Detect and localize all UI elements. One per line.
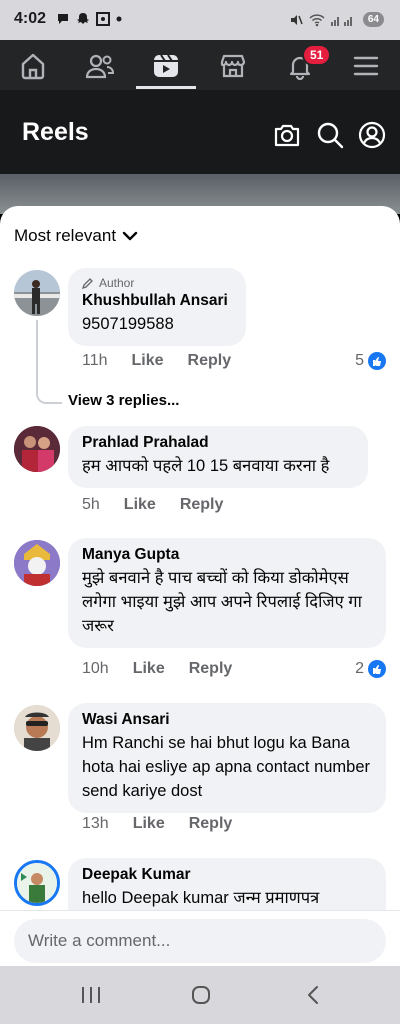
- view-replies-link[interactable]: View 3 replies...: [68, 392, 179, 409]
- signal-icon: [330, 16, 352, 26]
- reels-header: Reels: [0, 90, 400, 174]
- commenter-name[interactable]: Prahlad Prahalad: [82, 434, 354, 452]
- nav-home[interactable]: [13, 48, 53, 84]
- camera-button[interactable]: [272, 120, 302, 150]
- reply-button[interactable]: Reply: [180, 496, 224, 514]
- snapchat-icon: [77, 13, 89, 24]
- reaction-count[interactable]: 5: [355, 352, 386, 370]
- recent-apps-button[interactable]: [76, 982, 106, 1008]
- avatar[interactable]: [14, 540, 60, 586]
- reaction-count[interactable]: 2: [355, 660, 386, 678]
- comment-bubble[interactable]: Author Khushbullah Ansari 9507199588: [68, 268, 246, 346]
- comment-bubble[interactable]: Manya Gupta मुझे बनवाने है पाच बच्चों को…: [68, 538, 386, 648]
- marketplace-icon: [220, 54, 246, 78]
- sort-dropdown[interactable]: Most relevant: [14, 226, 138, 246]
- comment-input[interactable]: Write a comment...: [14, 919, 386, 963]
- thread-connector: [36, 320, 62, 404]
- avatar[interactable]: [14, 426, 60, 472]
- home-icon: [21, 53, 45, 80]
- like-reaction-icon: [368, 352, 386, 370]
- notification-badge: 51: [302, 44, 332, 66]
- top-navigation: 51: [0, 40, 400, 90]
- commenter-name[interactable]: Manya Gupta: [82, 546, 372, 564]
- screenshot-icon: [96, 12, 110, 26]
- comment-time: 10h: [82, 660, 109, 677]
- avatar[interactable]: [14, 860, 60, 906]
- comment-text: hello Deepak kumar जन्म प्रमाणपत्र: [82, 889, 320, 907]
- comment-time: 13h: [82, 815, 109, 832]
- reply-button[interactable]: Reply: [189, 660, 233, 678]
- commenter-name[interactable]: Deepak Kumar: [82, 866, 372, 884]
- pencil-icon: [82, 278, 93, 289]
- reaction-number: 5: [355, 352, 364, 369]
- nav-reels[interactable]: [146, 48, 186, 84]
- comment-bubble[interactable]: Wasi Ansari Hm Ranchi se hai bhut logu k…: [68, 703, 386, 813]
- active-tab-indicator: [136, 86, 196, 89]
- dot-icon: [116, 16, 122, 22]
- comment-time: 5h: [82, 496, 100, 513]
- mute-icon: [290, 14, 303, 25]
- home-system-button[interactable]: [186, 982, 216, 1008]
- chevron-down-icon: [122, 231, 138, 241]
- like-button[interactable]: Like: [132, 352, 164, 370]
- system-navigation-bar: [0, 966, 400, 1024]
- sort-label: Most relevant: [14, 226, 117, 245]
- commenter-name[interactable]: Khushbullah Ansari: [82, 292, 232, 310]
- author-tag: Author: [82, 276, 232, 290]
- comment-actions: 10h Like Reply: [82, 660, 232, 678]
- wifi-icon: [309, 13, 325, 26]
- nav-menu[interactable]: [346, 48, 386, 84]
- comment-actions: 13h Like Reply: [82, 815, 232, 833]
- comment-text: 9507199588: [82, 315, 174, 333]
- status-bar: 4:02 64: [0, 0, 400, 40]
- author-tag-label: Author: [99, 276, 135, 290]
- status-notification-icons: [56, 12, 122, 26]
- like-reaction-icon: [368, 660, 386, 678]
- comment-composer: Write a comment...: [0, 910, 400, 966]
- comment-bubble[interactable]: Prahlad Prahalad हम आपको पहले 10 15 बनवा…: [68, 426, 368, 488]
- comment-text: मुझे बनवाने है पाच बच्चों को किया डोकोमे…: [82, 569, 362, 635]
- reply-button[interactable]: Reply: [189, 815, 233, 833]
- profile-button[interactable]: [357, 120, 387, 150]
- like-button[interactable]: Like: [124, 496, 156, 514]
- nav-friends[interactable]: [80, 48, 120, 84]
- status-time: 4:02: [14, 10, 47, 27]
- reaction-number: 2: [355, 660, 364, 677]
- back-button[interactable]: [298, 982, 328, 1008]
- comment-actions: 5h Like Reply: [82, 496, 223, 514]
- menu-icon: [353, 56, 379, 76]
- avatar[interactable]: [14, 270, 60, 316]
- camera-icon: [274, 124, 300, 147]
- page-title: Reels: [22, 118, 89, 146]
- like-button[interactable]: Like: [133, 660, 165, 678]
- comment-time: 11h: [82, 352, 108, 369]
- reply-button[interactable]: Reply: [188, 352, 232, 370]
- chat-icon: [58, 14, 68, 24]
- avatar[interactable]: [14, 705, 60, 751]
- back-icon: [308, 986, 318, 1004]
- search-icon: [317, 122, 344, 149]
- home-circle-icon: [192, 986, 210, 1004]
- search-button[interactable]: [315, 120, 345, 150]
- comments-sheet: Most relevant Author Khushbullah Ansari …: [0, 206, 400, 966]
- like-button[interactable]: Like: [133, 815, 165, 833]
- commenter-name[interactable]: Wasi Ansari: [82, 711, 372, 729]
- comment-text: हम आपको पहले 10 15 बनवाया करना है: [82, 457, 330, 475]
- status-right-icons: 64: [289, 12, 384, 27]
- friends-icon: [85, 54, 115, 79]
- comment-text: Hm Ranchi se hai bhut logu ka Bana hota …: [82, 734, 371, 800]
- battery-indicator: 64: [362, 12, 384, 27]
- nav-marketplace[interactable]: [213, 48, 253, 84]
- profile-icon: [358, 121, 386, 149]
- comment-actions: 11h Like Reply: [82, 352, 231, 370]
- reels-icon: [154, 54, 178, 77]
- recents-icon: [82, 987, 100, 1003]
